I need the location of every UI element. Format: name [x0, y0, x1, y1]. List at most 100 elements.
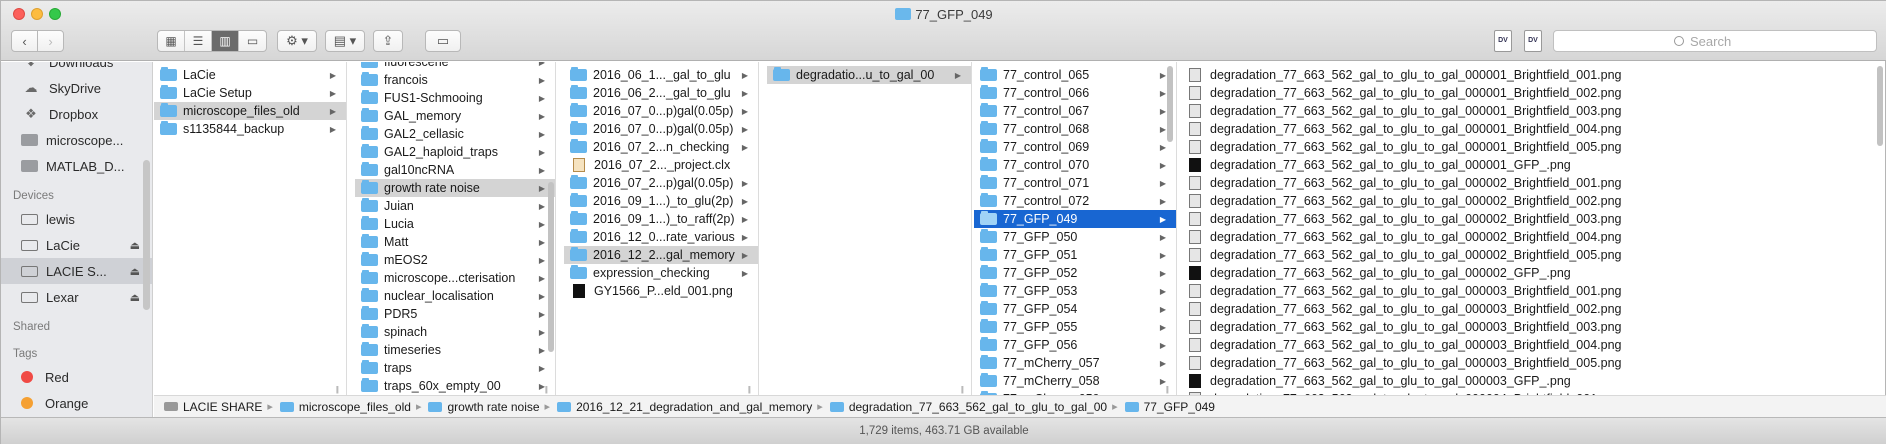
folder-row[interactable]: 77_control_071 ▶ [974, 174, 1176, 192]
file-row[interactable]: degradation_77_663_562_gal_to_glu_to_gal… [1180, 156, 1886, 174]
folder-row[interactable]: traps_60x_empty_00 ▶ [355, 377, 555, 395]
folder-row[interactable]: 2016_06_1..._gal_to_glu ▶ [564, 66, 758, 84]
folder-row[interactable]: 77_GFP_052 ▶ [974, 264, 1176, 282]
folder-row[interactable]: 77_control_067 ▶ [974, 102, 1176, 120]
file-row[interactable]: degradation_77_663_562_gal_to_glu_to_gal… [1180, 300, 1886, 318]
sidebar-scrollbar[interactable] [143, 160, 150, 310]
sidebar-item-favorites[interactable]: ❖ Dropbox [1, 101, 152, 127]
extension-icon[interactable]: DV [1524, 30, 1542, 52]
sidebar-item-devices[interactable]: lewis [1, 206, 152, 232]
list-view-button[interactable]: ☰ [185, 31, 212, 51]
folder-row[interactable]: microscope_files_old ▶ [154, 102, 346, 120]
folder-row[interactable]: 2016_07_2...p)gal(0.05p) ▶ [564, 174, 758, 192]
folder-row[interactable]: 77_control_070 ▶ [974, 156, 1176, 174]
column-scrollbar[interactable] [548, 182, 554, 352]
action-menu-button[interactable]: ⚙ ▾ [277, 30, 317, 52]
file-row[interactable]: degradation_77_663_562_gal_to_glu_to_gal… [1180, 264, 1886, 282]
folder-row[interactable]: GAL_memory ▶ [355, 107, 555, 125]
folder-row[interactable]: mEOS2 ▶ [355, 251, 555, 269]
folder-row[interactable]: 77_mCherry_057 ▶ [974, 354, 1176, 372]
column-scrollbar[interactable] [1877, 66, 1883, 146]
file-row[interactable]: degradation_77_663_562_gal_to_glu_to_gal… [1180, 138, 1886, 156]
edit-tags-button[interactable]: ▭ [425, 30, 461, 52]
file-row[interactable]: degradation_77_663_562_gal_to_glu_to_gal… [1180, 372, 1886, 390]
cover-flow-view-button[interactable]: ▭ [239, 31, 266, 51]
column-resize-handle[interactable]: || [545, 385, 548, 394]
sidebar-item-favorites[interactable]: MATLAB_D... [1, 153, 152, 179]
path-segment[interactable]: degradation_77_663_562_gal_to_glu_to_gal… [828, 400, 1107, 414]
folder-row[interactable]: spinach ▶ [355, 323, 555, 341]
folder-row[interactable]: 2016_07_0...p)gal(0.05p) ▶ [564, 120, 758, 138]
folder-row[interactable]: Lucia ▶ [355, 215, 555, 233]
column-scrollbar[interactable] [1167, 66, 1173, 142]
folder-row[interactable]: traps ▶ [355, 359, 555, 377]
column-view-button[interactable]: ▥ [212, 31, 239, 51]
path-segment[interactable]: growth rate noise [426, 400, 540, 414]
arrange-menu-button[interactable]: ▤ ▾ [325, 30, 365, 52]
sidebar-tag-red[interactable]: Red [1, 364, 152, 390]
file-row[interactable]: degradation_77_663_562_gal_to_glu_to_gal… [1180, 102, 1886, 120]
eject-icon[interactable]: ⏏ [130, 291, 140, 304]
search-field[interactable]: Search [1553, 30, 1877, 52]
folder-row[interactable]: Juian ▶ [355, 197, 555, 215]
extension-icon[interactable]: DV [1494, 30, 1512, 52]
back-button[interactable]: ‹ [11, 30, 38, 52]
folder-row[interactable]: 77_GFP_054 ▶ [974, 300, 1176, 318]
folder-row[interactable]: 77_GFP_055 ▶ [974, 318, 1176, 336]
file-row[interactable]: degradation_77_663_562_gal_to_glu_to_gal… [1180, 66, 1886, 84]
folder-row[interactable]: microscope...cterisation ▶ [355, 269, 555, 287]
folder-row[interactable]: 77_control_068 ▶ [974, 120, 1176, 138]
folder-row[interactable]: 2016_12_2...gal_memory ▶ [564, 246, 758, 264]
folder-row[interactable]: growth rate noise ▶ [355, 179, 555, 197]
folder-row[interactable]: 2016_07_2...n_checking ▶ [564, 138, 758, 156]
eject-icon[interactable]: ⏏ [130, 265, 140, 278]
folder-row[interactable]: 77_GFP_050 ▶ [974, 228, 1176, 246]
path-segment[interactable]: 2016_12_21_degradation_and_gal_memory [555, 400, 812, 414]
folder-row[interactable]: 2016_09_1...)_to_raff(2p) ▶ [564, 210, 758, 228]
folder-row[interactable]: 2016_06_2..._gal_to_glu ▶ [564, 84, 758, 102]
sidebar-item-devices[interactable]: LACIE S... ⏏ [1, 258, 152, 284]
file-row[interactable]: degradation_77_663_562_gal_to_glu_to_gal… [1180, 210, 1886, 228]
folder-row[interactable]: GAL2_haploid_traps ▶ [355, 143, 555, 161]
folder-row[interactable]: LaCie Setup ▶ [154, 84, 346, 102]
folder-row[interactable]: expression_checking ▶ [564, 264, 758, 282]
file-row[interactable]: degradation_77_663_562_gal_to_glu_to_gal… [1180, 192, 1886, 210]
folder-row[interactable]: 77_control_069 ▶ [974, 138, 1176, 156]
file-row[interactable]: degradation_77_663_562_gal_to_glu_to_gal… [1180, 84, 1886, 102]
file-row[interactable]: degradation_77_663_562_gal_to_glu_to_gal… [1180, 174, 1886, 192]
folder-row[interactable]: francois ▶ [355, 71, 555, 89]
file-row[interactable]: GY1566_P...eld_001.png [564, 282, 758, 300]
column-resize-handle[interactable]: || [1166, 385, 1169, 394]
folder-row[interactable]: 2016_12_0...rate_various ▶ [564, 228, 758, 246]
sidebar-item-devices[interactable]: LaCie ⏏ [1, 232, 152, 258]
folder-row[interactable]: 2016_09_1...)_to_glu(2p) ▶ [564, 192, 758, 210]
folder-row[interactable]: 77_control_066 ▶ [974, 84, 1176, 102]
file-row[interactable]: 2016_07_2..._project.clx [564, 156, 758, 174]
folder-row[interactable]: degradatio...u_to_gal_00 ▶ [767, 66, 971, 84]
folder-row[interactable]: 77_control_072 ▶ [974, 192, 1176, 210]
column-resize-handle[interactable]: || [748, 385, 751, 394]
column-resize-handle[interactable]: || [336, 385, 339, 394]
path-segment[interactable]: 77_GFP_049 [1123, 400, 1215, 414]
file-row[interactable]: degradation_77_663_562_gal_to_glu_to_gal… [1180, 246, 1886, 264]
eject-icon[interactable]: ⏏ [130, 239, 140, 252]
sidebar-item-favorites[interactable]: ☁ SkyDrive [1, 75, 152, 101]
folder-row[interactable]: 77_control_065 ▶ [974, 66, 1176, 84]
folder-row[interactable]: gal10ncRNA ▶ [355, 161, 555, 179]
folder-row[interactable]: 2016_07_0...p)gal(0.05p) ▶ [564, 102, 758, 120]
sidebar-item-favorites[interactable]: microscope... [1, 127, 152, 153]
folder-row[interactable]: 77_GFP_056 ▶ [974, 336, 1176, 354]
sidebar-item-devices[interactable]: Lexar ⏏ [1, 284, 152, 310]
file-row[interactable]: degradation_77_663_562_gal_to_glu_to_gal… [1180, 336, 1886, 354]
folder-row[interactable]: Matt ▶ [355, 233, 555, 251]
forward-button[interactable]: › [37, 30, 64, 52]
folder-row[interactable]: 77_GFP_049 ▶ [974, 210, 1176, 228]
folder-row[interactable]: s1135844_backup ▶ [154, 120, 346, 138]
file-row[interactable]: degradation_77_663_562_gal_to_glu_to_gal… [1180, 318, 1886, 336]
column-resize-handle[interactable]: || [961, 385, 964, 394]
file-row[interactable]: degradation_77_663_562_gal_to_glu_to_gal… [1180, 354, 1886, 372]
icon-view-button[interactable]: ▦ [158, 31, 185, 51]
folder-row[interactable]: GAL2_cellasic ▶ [355, 125, 555, 143]
folder-row[interactable]: PDR5 ▶ [355, 305, 555, 323]
folder-row[interactable]: LaCie ▶ [154, 66, 346, 84]
